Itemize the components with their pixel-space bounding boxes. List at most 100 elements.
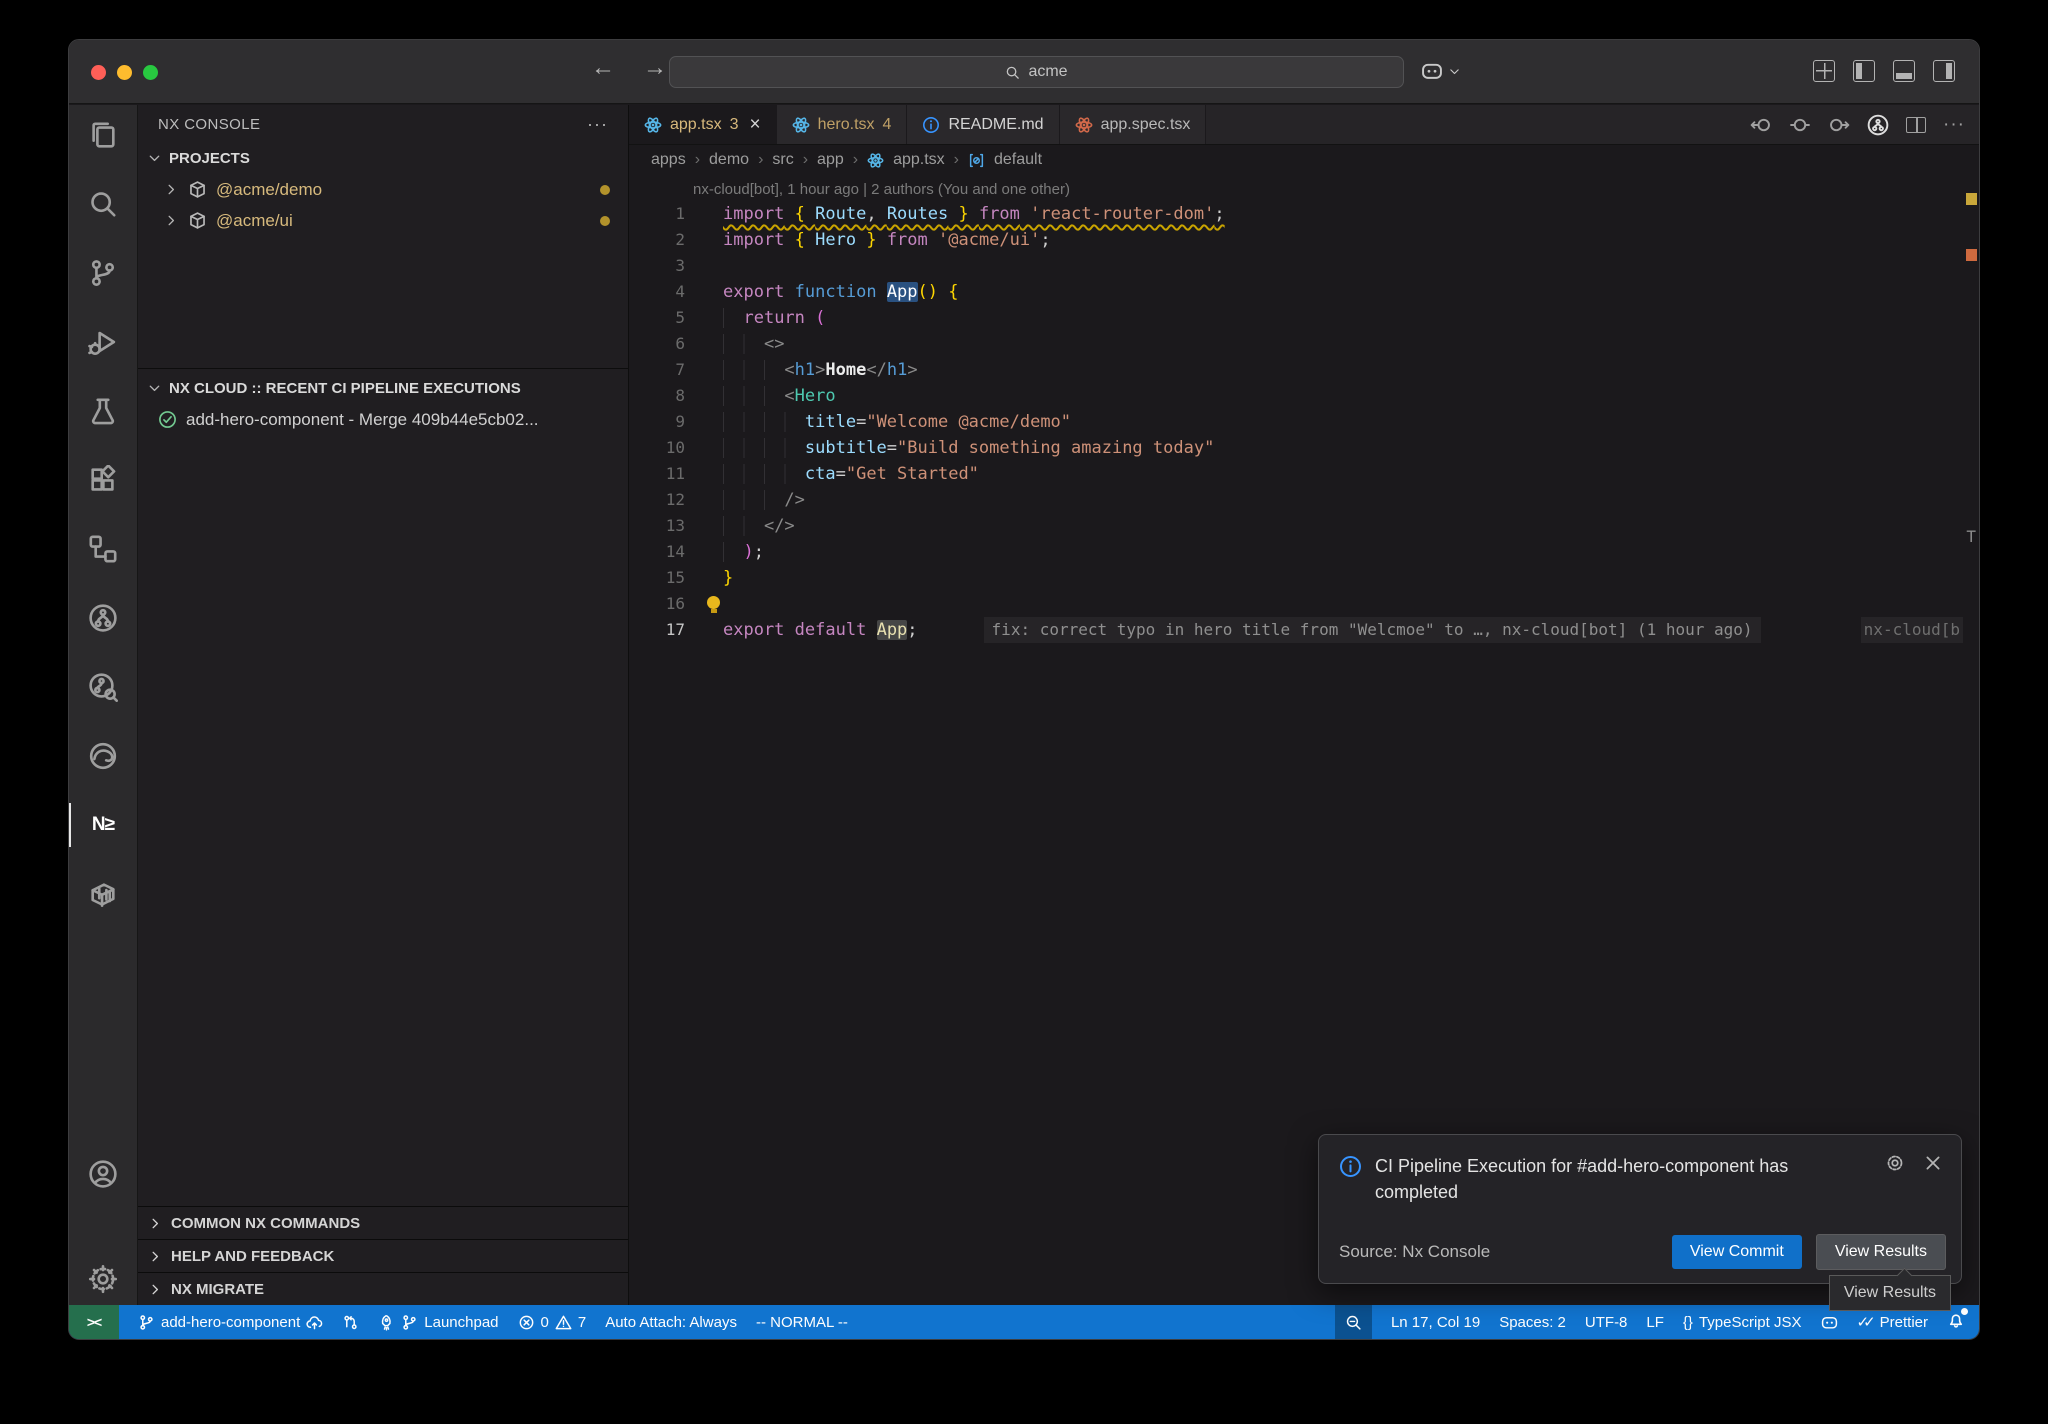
code-line[interactable]: 3 (629, 253, 1979, 279)
copilot-icon (1821, 1314, 1838, 1331)
split-editor-icon[interactable] (1906, 117, 1926, 133)
tab-app-tsx[interactable]: app.tsx 3 × (629, 105, 777, 144)
source-control-icon[interactable] (87, 257, 119, 289)
code-token: { (784, 230, 815, 250)
breadcrumb-item[interactable]: default (994, 151, 1042, 169)
code-line[interactable]: 7 <h1>Home</h1> (629, 357, 1979, 383)
containers-icon[interactable] (87, 878, 119, 910)
close-window-icon[interactable] (91, 65, 106, 80)
code-line[interactable]: 8 <Hero (629, 383, 1979, 409)
lightbulb-icon[interactable] (707, 596, 720, 609)
testing-icon[interactable] (87, 395, 119, 427)
toggle-panel-icon[interactable] (1893, 60, 1915, 82)
breadcrumb-item[interactable]: app (817, 151, 844, 169)
project-item-ui[interactable]: @acme/ui (138, 205, 628, 236)
current-change-icon[interactable] (1789, 114, 1811, 136)
nx-console-icon[interactable]: N≥ (87, 809, 119, 841)
prettier-check-icon: ✓✓ (1857, 1313, 1870, 1331)
branch-status-item[interactable]: add-hero-component (138, 1314, 323, 1331)
cursor-position-item[interactable]: Ln 17, Col 19 (1391, 1314, 1480, 1331)
next-change-icon[interactable] (1828, 114, 1850, 136)
code-line[interactable]: 14 ); (629, 539, 1979, 565)
remote-indicator[interactable]: >< (69, 1305, 119, 1339)
breadcrumb-item[interactable]: app.tsx (893, 151, 945, 169)
close-icon[interactable]: × (750, 115, 761, 134)
overview-ruler[interactable]: T (1962, 175, 1979, 1305)
code-line[interactable]: 1import { Route, Routes } from 'react-ro… (629, 201, 1979, 227)
gear-icon[interactable] (1885, 1153, 1905, 1173)
breadcrumb-item[interactable]: demo (709, 151, 749, 169)
command-center-search[interactable]: acme (669, 56, 1404, 88)
minimize-window-icon[interactable] (117, 65, 132, 80)
previous-change-icon[interactable] (1750, 114, 1772, 136)
explorer-icon[interactable] (87, 119, 119, 151)
zoom-indicator[interactable] (1335, 1305, 1372, 1339)
tab-readme-md[interactable]: README.md (907, 105, 1059, 144)
line-number: 16 (629, 591, 685, 617)
code-line[interactable]: 17export default App;fix: correct typo i… (629, 617, 1979, 643)
language-item[interactable]: {} TypeScript JSX (1683, 1314, 1802, 1331)
extensions-icon[interactable] (87, 464, 119, 496)
breadcrumb-item[interactable]: apps (651, 151, 686, 169)
copilot-status-item[interactable] (1821, 1314, 1838, 1331)
code-line[interactable]: 11 cta="Get Started" (629, 461, 1979, 487)
view-commit-button[interactable]: View Commit (1672, 1235, 1802, 1269)
code-line[interactable]: 5 return ( (629, 305, 1979, 331)
code-line[interactable]: 4export function App() { (629, 279, 1979, 305)
project-item-demo[interactable]: @acme/demo (138, 174, 628, 205)
copilot-menu[interactable] (1421, 60, 1461, 82)
zoom-window-icon[interactable] (143, 65, 158, 80)
edge-blame: nx-cloud[b (1861, 617, 1963, 643)
toggle-primary-sidebar-icon[interactable] (1853, 60, 1875, 82)
nx-cloud-section-header[interactable]: NX CLOUD :: RECENT CI PIPELINE EXECUTION… (138, 373, 628, 404)
tab-app-spec-tsx[interactable]: app.spec.tsx (1060, 105, 1207, 144)
customize-layout-icon[interactable] (1813, 60, 1835, 82)
line-number: 11 (629, 461, 685, 487)
formatter-item[interactable]: ✓✓ Prettier (1857, 1313, 1929, 1331)
code-line[interactable]: 2import { Hero } from '@acme/ui'; (629, 227, 1979, 253)
pipeline-execution-item[interactable]: add-hero-component - Merge 409b44e5cb02.… (138, 404, 628, 435)
code-line[interactable]: 12 /> (629, 487, 1979, 513)
code-line[interactable]: 6 <> (629, 331, 1979, 357)
view-results-button[interactable]: View Results (1816, 1234, 1946, 1270)
encoding-item[interactable]: UTF-8 (1585, 1314, 1628, 1331)
code-line[interactable]: 10 subtitle="Build something amazing tod… (629, 435, 1979, 461)
tab-hero-tsx[interactable]: hero.tsx 4 (777, 105, 908, 144)
search-icon[interactable] (87, 188, 119, 220)
back-icon[interactable]: ← (591, 54, 615, 82)
notifications-item[interactable] (1947, 1311, 1965, 1333)
breadcrumb-item[interactable]: src (772, 151, 793, 169)
vim-mode-item[interactable]: -- NORMAL -- (756, 1314, 848, 1331)
close-icon[interactable] (1923, 1153, 1943, 1173)
toggle-secondary-sidebar-icon[interactable] (1933, 60, 1955, 82)
account-icon[interactable] (87, 1158, 119, 1190)
settings-gear-icon[interactable] (87, 1263, 119, 1295)
eol-item[interactable]: LF (1646, 1314, 1664, 1331)
edge-browser-icon[interactable] (87, 740, 119, 772)
problems-item[interactable]: 0 7 (518, 1314, 587, 1331)
nx-cloud-header-label: NX CLOUD :: RECENT CI PIPELINE EXECUTION… (169, 380, 521, 397)
commit-graph-icon[interactable] (1867, 114, 1889, 136)
project-hierarchy-icon[interactable] (87, 533, 119, 565)
code-line[interactable]: 16 (629, 591, 1979, 617)
react-icon (867, 152, 884, 169)
line-text: <h1>Home</h1> (723, 357, 918, 383)
auto-attach-item[interactable]: Auto Attach: Always (605, 1314, 737, 1331)
more-actions-icon[interactable]: ··· (587, 114, 608, 135)
code-line[interactable]: 15} (629, 565, 1979, 591)
section-common-nx-commands[interactable]: COMMON NX COMMANDS (138, 1206, 628, 1239)
run-debug-icon[interactable] (87, 326, 119, 358)
pipeline-graph-icon[interactable] (87, 602, 119, 634)
launchpad-item[interactable]: Launchpad (378, 1314, 498, 1331)
code-token: ; (907, 620, 917, 640)
code-line[interactable]: 9 title="Welcome @acme/demo" (629, 409, 1979, 435)
indentation-item[interactable]: Spaces: 2 (1499, 1314, 1566, 1331)
section-nx-migrate[interactable]: NX MIGRATE (138, 1272, 628, 1305)
graph-search-icon[interactable] (87, 671, 119, 703)
compare-changes-item[interactable] (342, 1314, 359, 1331)
section-help-and-feedback[interactable]: HELP AND FEEDBACK (138, 1239, 628, 1272)
code-line[interactable]: 13 </> (629, 513, 1979, 539)
more-actions-icon[interactable]: ··· (1943, 114, 1965, 136)
forward-icon[interactable]: → (643, 54, 667, 82)
projects-section-header[interactable]: PROJECTS (138, 143, 628, 174)
